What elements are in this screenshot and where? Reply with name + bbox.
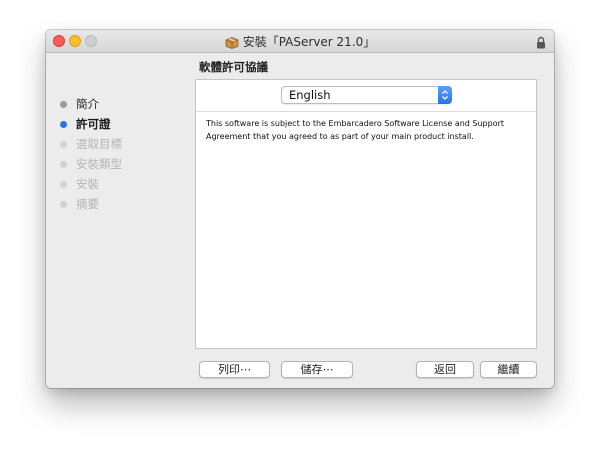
window-title: 安裝「PAServer 21.0」 xyxy=(242,35,376,49)
installer-window: 安裝「PAServer 21.0」 簡介 許可證 選取目標 安裝類型 安裝 摘要… xyxy=(46,30,554,388)
lock-icon xyxy=(536,34,546,53)
step-installation: 安裝 xyxy=(60,174,190,194)
chevron-updown-icon xyxy=(438,86,452,104)
save-button[interactable]: 儲存⋯ xyxy=(281,361,353,378)
license-text: This software is subject to the Embarcad… xyxy=(206,119,505,141)
step-label: 許可證 xyxy=(76,117,111,131)
title-bar: 安裝「PAServer 21.0」 xyxy=(46,30,554,53)
step-indicator xyxy=(60,180,67,188)
step-indicator xyxy=(60,100,67,108)
step-label: 安裝 xyxy=(76,177,99,191)
step-installation-type: 安裝類型 xyxy=(60,154,190,174)
print-button[interactable]: 列印⋯ xyxy=(199,361,270,378)
language-select-value: English xyxy=(289,88,331,102)
step-label: 摘要 xyxy=(76,197,99,211)
step-label: 安裝類型 xyxy=(76,157,122,171)
continue-button[interactable]: 繼續 xyxy=(480,361,537,378)
package-icon xyxy=(225,36,239,52)
step-license: 許可證 xyxy=(60,114,190,134)
step-label: 選取目標 xyxy=(76,137,122,151)
step-summary: 摘要 xyxy=(60,194,190,214)
step-indicator xyxy=(60,140,67,148)
step-destination: 選取目標 xyxy=(60,134,190,154)
step-label: 簡介 xyxy=(76,97,99,111)
language-bar: English xyxy=(196,80,536,112)
section-title: 軟體許可協議 xyxy=(199,60,268,74)
step-introduction: 簡介 xyxy=(60,94,190,114)
step-indicator xyxy=(60,200,67,208)
step-indicator xyxy=(60,120,67,128)
step-indicator xyxy=(60,160,67,168)
language-select[interactable]: English xyxy=(281,86,452,104)
steps-sidebar: 簡介 許可證 選取目標 安裝類型 安裝 摘要 xyxy=(60,94,190,214)
window-title-wrap: 安裝「PAServer 21.0」 xyxy=(46,33,554,52)
back-button[interactable]: 返回 xyxy=(416,361,474,378)
license-panel: English This software is subject to the … xyxy=(195,79,537,349)
